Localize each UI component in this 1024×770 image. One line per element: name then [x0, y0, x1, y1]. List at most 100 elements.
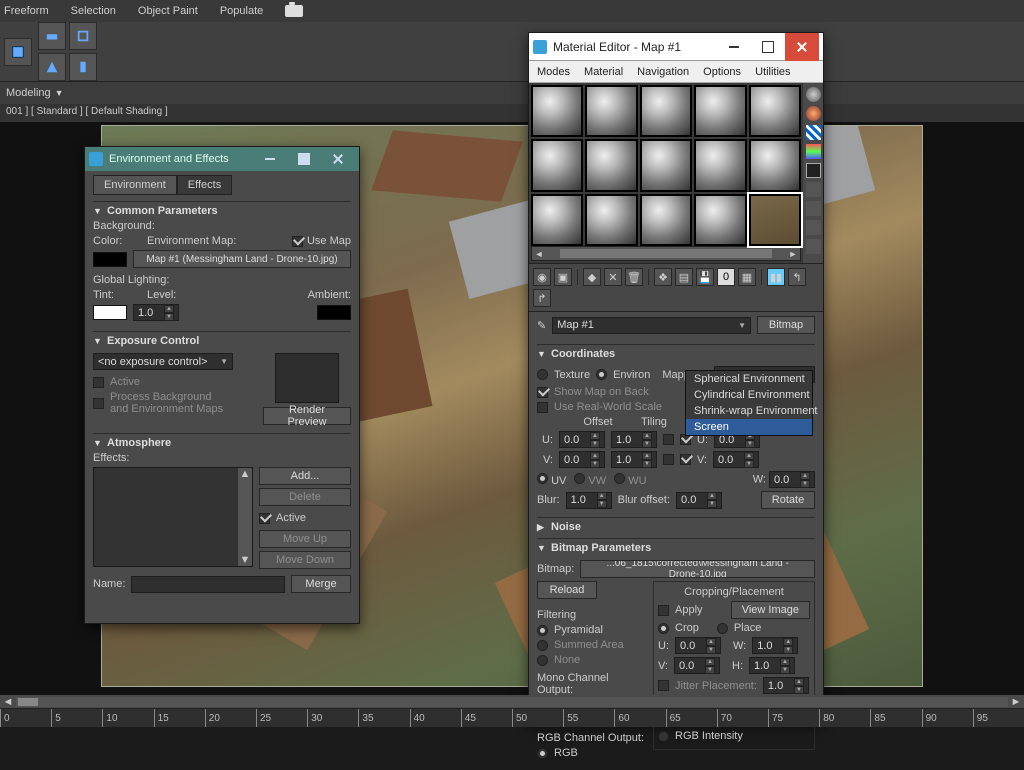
sample-slot[interactable] [749, 85, 801, 137]
sample-slot[interactable] [640, 85, 692, 137]
select-by-mat-icon[interactable] [806, 201, 821, 216]
sample-uv-icon[interactable] [806, 144, 821, 159]
texture-radio[interactable] [537, 369, 548, 380]
material-name-field[interactable]: Map #1▼ [552, 317, 751, 334]
material-id-0-icon[interactable]: 0 [717, 268, 735, 286]
eyedropper-icon[interactable]: ✎ [537, 319, 546, 332]
scroll-left-icon[interactable]: ◄ [0, 696, 16, 708]
effect-active-checkbox[interactable] [259, 513, 270, 524]
view-image-button[interactable]: View Image [731, 601, 810, 619]
maximize-icon[interactable] [287, 147, 321, 171]
mapping-option-cylindrical[interactable]: Cylindrical Environment [686, 387, 812, 403]
material-type-button[interactable]: Bitmap [757, 316, 815, 334]
filter-pyramidal-radio[interactable] [537, 625, 548, 636]
reload-button[interactable]: Reload [537, 581, 597, 599]
u-tiling-spinner[interactable]: 1.0▲▼ [611, 431, 657, 448]
crop-h-spinner[interactable]: 1.0▲▼ [749, 657, 795, 674]
menu-freeform[interactable]: Freeform [4, 5, 49, 17]
atmo-name-input[interactable] [131, 576, 285, 593]
timeline-ruler[interactable]: 0510152025303540455055606570758085909510… [0, 709, 1024, 727]
merge-button[interactable]: Merge [291, 575, 351, 593]
vw-radio[interactable] [574, 473, 585, 484]
sample-slot[interactable] [694, 85, 746, 137]
use-map-checkbox[interactable] [292, 236, 303, 247]
alpha-rgbi-radio[interactable] [658, 731, 669, 742]
env-titlebar[interactable]: Environment and Effects [85, 147, 359, 171]
v-tiling-spinner[interactable]: 1.0▲▼ [611, 451, 657, 468]
w-angle-spinner[interactable]: 0.0▲▼ [769, 471, 815, 488]
timeline-scrollbar[interactable]: ◄ ► [0, 695, 1024, 709]
get-material-icon[interactable]: ◉ [533, 268, 551, 286]
scroll-right-icon[interactable]: ► [1008, 696, 1024, 708]
close-icon[interactable] [321, 147, 355, 171]
rollout-atmosphere[interactable]: ▼Atmosphere [93, 433, 351, 452]
show-map-icon[interactable]: ▦ [738, 268, 756, 286]
crop-radio[interactable] [658, 623, 669, 634]
rgb-radio[interactable] [537, 748, 548, 759]
sample-slot[interactable] [585, 85, 637, 137]
mapping-option-shrinkwrap[interactable]: Shrink-wrap Environment [686, 403, 812, 419]
v-tile-checkbox[interactable] [680, 454, 691, 465]
menu-selection[interactable]: Selection [71, 5, 116, 17]
sample-slot[interactable] [585, 194, 637, 246]
backlight-icon[interactable] [806, 106, 821, 121]
save-icon[interactable]: 💾 [696, 268, 714, 286]
bitmap-path-button[interactable]: ...06_1815\corrected\Messingham Land - D… [580, 560, 815, 578]
v-mirror-checkbox[interactable] [663, 454, 674, 465]
menu-options[interactable]: Options [703, 66, 741, 78]
ribbon-tool-d-icon[interactable] [38, 53, 66, 81]
go-sibling-icon[interactable]: ↱ [533, 289, 551, 307]
env-map-button[interactable]: Map #1 (Messingham Land - Drone-10.jpg) [133, 250, 351, 268]
crop-u-spinner[interactable]: 0.0▲▼ [675, 637, 721, 654]
rollout-coordinates[interactable]: ▼Coordinates [537, 344, 815, 363]
material-id-icon[interactable] [806, 220, 821, 235]
go-parent-icon[interactable]: ↰ [788, 268, 806, 286]
v-offset-spinner[interactable]: 0.0▲▼ [559, 451, 605, 468]
rollout-noise[interactable]: ▶Noise [537, 517, 815, 536]
level-spinner[interactable]: 1.0▲▼ [133, 304, 179, 321]
samples-h-scrollbar[interactable]: ◄► [531, 246, 801, 261]
ribbon-tool-b-icon[interactable] [38, 22, 66, 50]
u-offset-spinner[interactable]: 0.0▲▼ [559, 431, 605, 448]
put-to-scene-icon[interactable]: ▣ [554, 268, 572, 286]
environ-radio[interactable] [596, 369, 607, 380]
delete-icon[interactable]: 🗑 [625, 268, 643, 286]
menu-navigation[interactable]: Navigation [637, 66, 689, 78]
ribbon-tool-e-icon[interactable] [69, 53, 97, 81]
sample-slot-selected[interactable] [749, 194, 801, 246]
video-check-icon[interactable] [806, 163, 821, 178]
ribbon-tool-c-icon[interactable] [69, 22, 97, 50]
filter-none-radio[interactable] [537, 655, 548, 666]
crop-w-spinner[interactable]: 1.0▲▼ [752, 637, 798, 654]
sample-slot[interactable] [640, 139, 692, 191]
maximize-icon[interactable] [751, 33, 785, 61]
blur-offset-spinner[interactable]: 0.0▲▼ [676, 492, 722, 509]
sample-slot[interactable] [531, 139, 583, 191]
mat-titlebar[interactable]: Material Editor - Map #1 [529, 33, 823, 61]
timeline-slider-thumb[interactable] [18, 698, 38, 706]
add-effect-button[interactable]: Add... [259, 467, 351, 485]
effects-listbox[interactable]: ▲▼ [93, 467, 253, 567]
camera-icon[interactable] [285, 5, 303, 17]
tab-environment[interactable]: Environment [93, 175, 177, 195]
blur-spinner[interactable]: 1.0▲▼ [566, 492, 612, 509]
sample-slot[interactable] [749, 139, 801, 191]
menu-modes[interactable]: Modes [537, 66, 570, 78]
sample-slot[interactable] [531, 194, 583, 246]
mapping-option-spherical[interactable]: Spherical Environment [686, 371, 812, 387]
minimize-icon[interactable] [253, 147, 287, 171]
filter-summed-radio[interactable] [537, 640, 548, 651]
mapping-option-screen[interactable]: Screen [686, 419, 812, 435]
sample-type-icon[interactable] [806, 87, 821, 102]
ambient-swatch[interactable] [317, 305, 351, 320]
u-mirror-checkbox[interactable] [663, 434, 674, 445]
render-preview-button[interactable]: Render Preview [263, 407, 351, 425]
sample-slot[interactable] [694, 194, 746, 246]
menu-object-paint[interactable]: Object Paint [138, 5, 198, 17]
place-radio[interactable] [717, 623, 728, 634]
show-end-result-icon[interactable]: ▮▮ [767, 268, 785, 286]
exposure-dropdown[interactable]: <no exposure control>▼ [93, 353, 233, 370]
sample-slot[interactable] [694, 139, 746, 191]
uv-radio[interactable] [537, 473, 548, 484]
tab-effects[interactable]: Effects [177, 175, 232, 195]
